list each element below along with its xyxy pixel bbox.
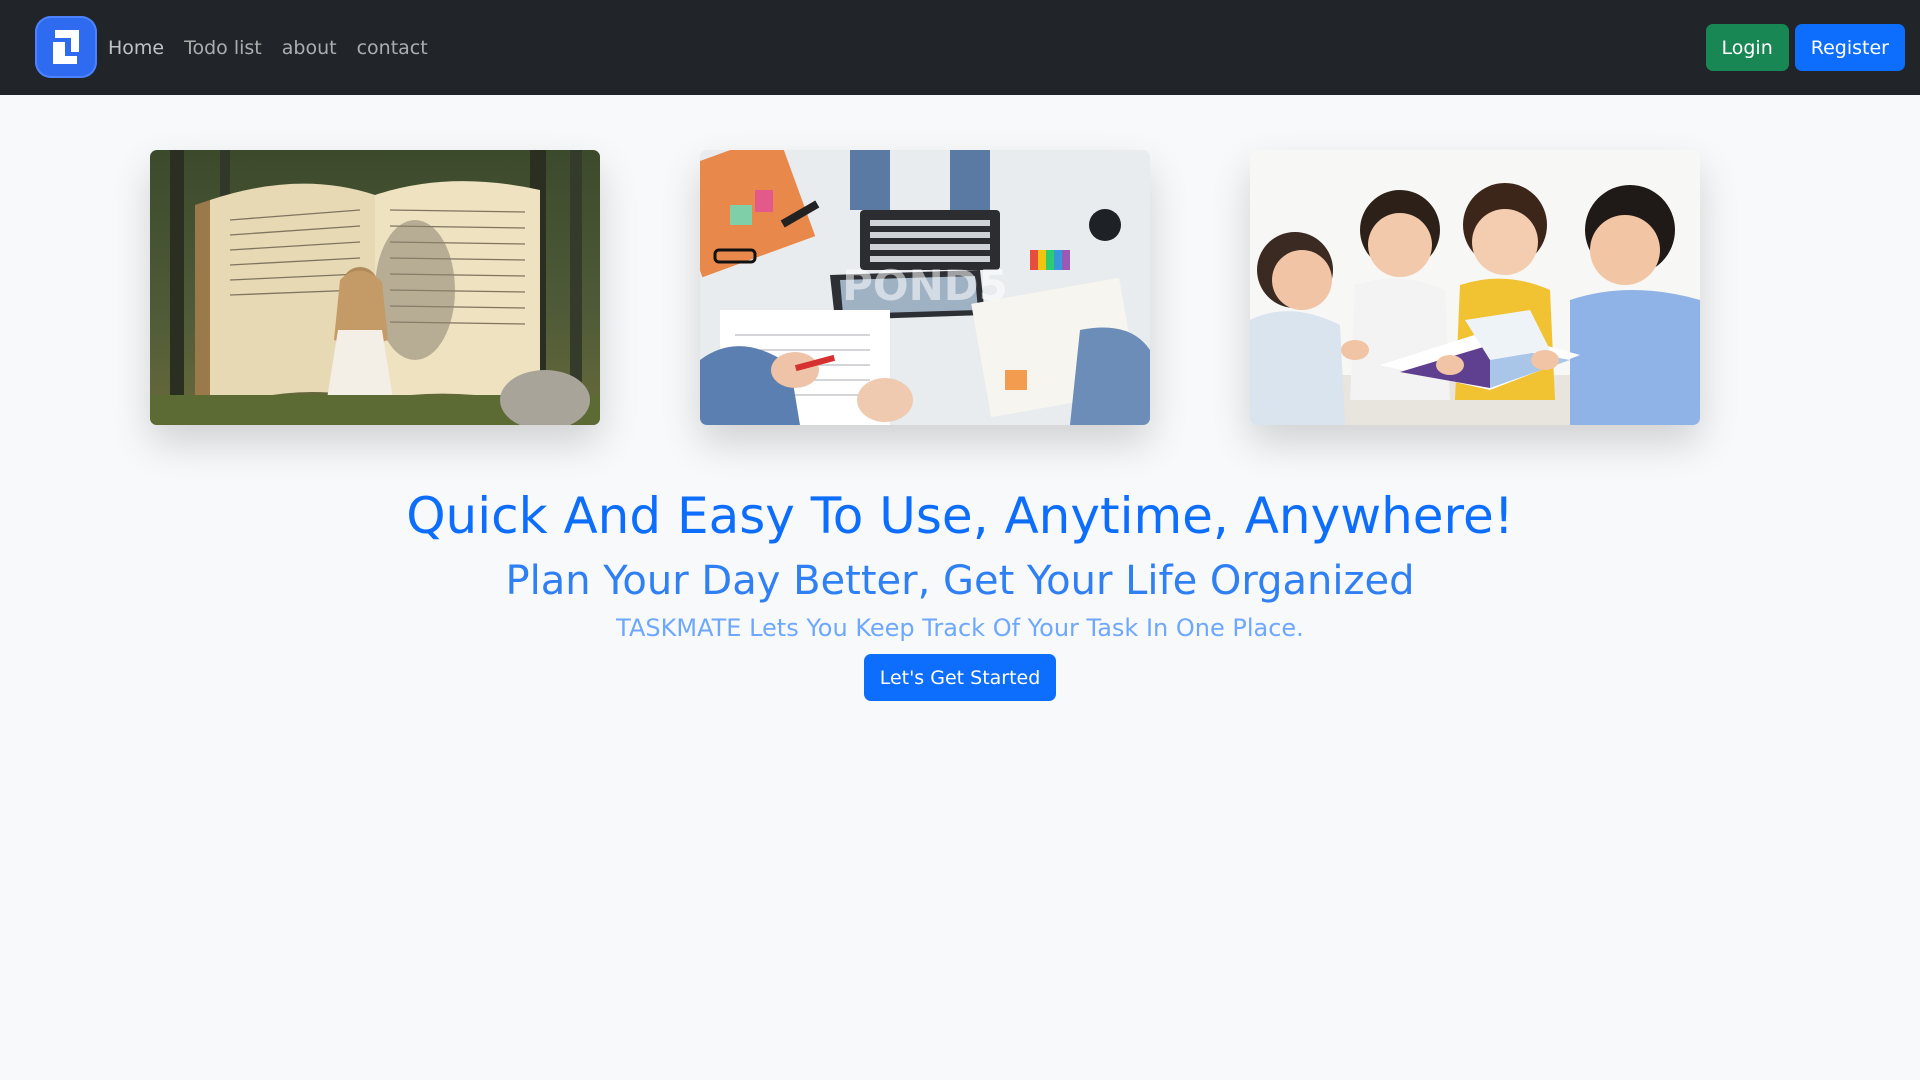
image-gallery: POND5	[150, 150, 1700, 425]
gallery-image-book-forest	[150, 150, 600, 425]
nav-link-about[interactable]: about	[272, 37, 347, 59]
get-started-button[interactable]: Let's Get Started	[863, 654, 1057, 701]
top-navbar: Home Todo list about contact Login Regis…	[0, 0, 1920, 95]
hero-tagline: TASKMATE Lets You Keep Track Of Your Tas…	[616, 614, 1304, 642]
hero-title: Quick And Easy To Use, Anytime, Anywhere…	[406, 487, 1514, 545]
auth-actions: Login Register	[1705, 24, 1905, 71]
gallery-image-children-reading	[1250, 150, 1700, 425]
nav-links: Home Todo list about contact	[108, 0, 438, 95]
app-logo-icon[interactable]	[35, 16, 97, 78]
register-button[interactable]: Register	[1794, 24, 1905, 71]
nav-link-contact[interactable]: contact	[347, 37, 438, 59]
nav-link-todo-list[interactable]: Todo list	[174, 37, 272, 59]
hero-section: Quick And Easy To Use, Anytime, Anywhere…	[0, 478, 1920, 701]
svg-text:POND5: POND5	[842, 261, 1008, 310]
hero-subtitle: Plan Your Day Better, Get Your Life Orga…	[505, 558, 1415, 604]
login-button[interactable]: Login	[1705, 24, 1789, 71]
nav-link-home[interactable]: Home	[108, 37, 174, 59]
gallery-image-laptop-desk: POND5	[700, 150, 1150, 425]
